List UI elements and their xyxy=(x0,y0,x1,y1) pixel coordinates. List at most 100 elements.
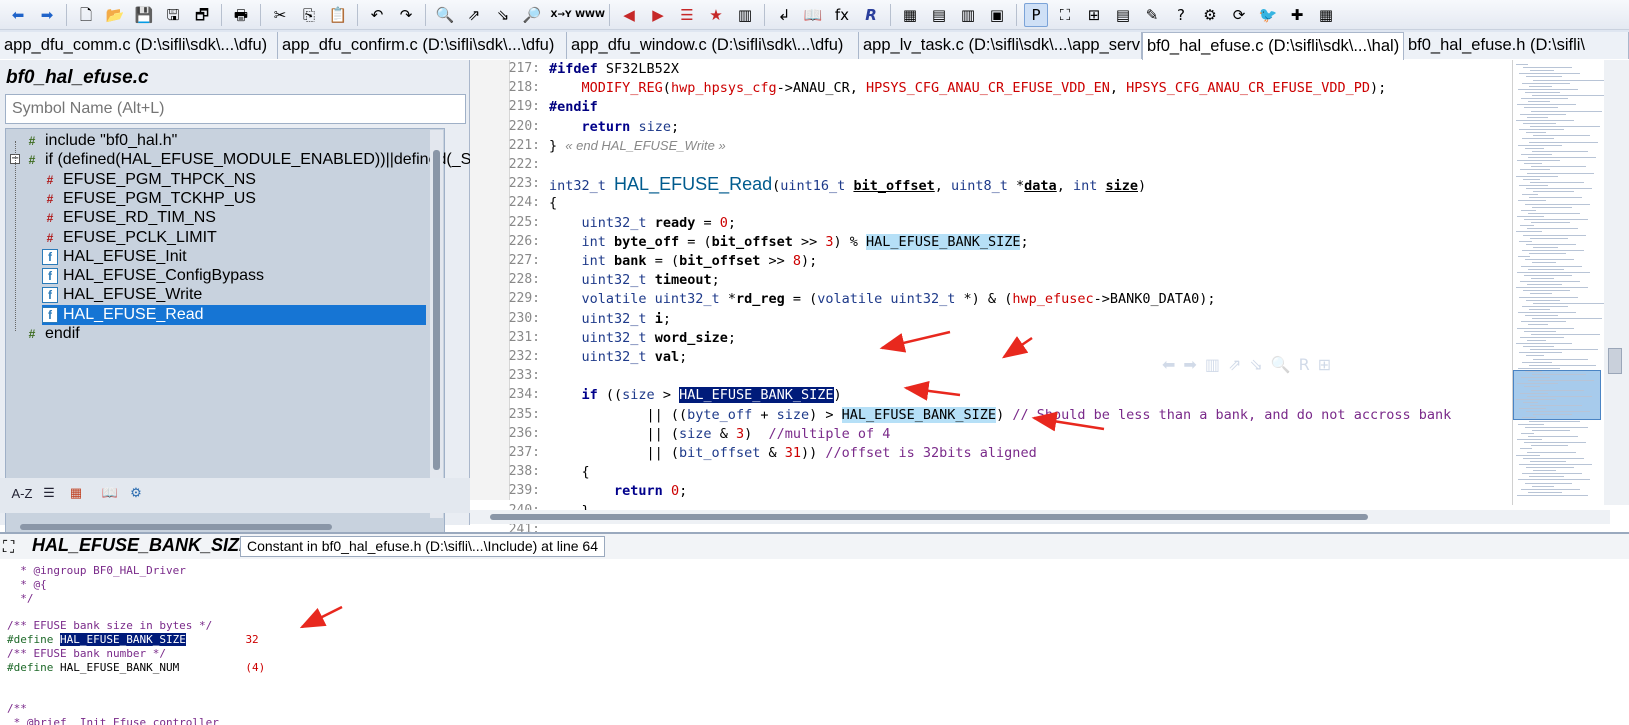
symbol-types-button[interactable]: ▦ xyxy=(64,482,88,504)
layout-2-button[interactable]: ▤ xyxy=(927,3,951,27)
paste-button[interactable]: 📋 xyxy=(326,3,350,27)
settings-button[interactable]: ⚙ xyxy=(124,482,148,504)
sort-az-button[interactable]: A-Z xyxy=(8,482,36,504)
code-line[interactable]: 234: if ((size > HAL_EFUSE_BANK_SIZE) xyxy=(470,386,1510,404)
find-next-button[interactable]: ⇗ xyxy=(462,3,486,27)
tab-3[interactable]: app_dfu_window.c (D:\sifli\sdk\...\dfu) xyxy=(567,32,859,59)
code-line[interactable]: 229: volatile uint32_t *rd_reg = (volati… xyxy=(470,290,1510,308)
help-button[interactable]: ? xyxy=(1169,3,1193,27)
code-line[interactable]: 222: xyxy=(470,156,1510,174)
code-line[interactable]: 237: || (bit_offset & 31)) //offset is 3… xyxy=(470,444,1510,462)
save-all-button[interactable]: 🗗 xyxy=(190,3,214,27)
symbol-tree-item[interactable]: # EFUSE_PCLK_LIMIT xyxy=(42,228,217,248)
symbol-tree-vertical-scrollbar[interactable] xyxy=(430,130,443,518)
find-button[interactable]: 🔍 xyxy=(433,3,457,27)
book-button[interactable]: 📖 xyxy=(98,482,122,504)
symbol-tree-item[interactable]: f HAL_EFUSE_Read xyxy=(42,304,426,325)
print-button[interactable]: 🖶 xyxy=(229,3,253,27)
book-button[interactable]: 📖 xyxy=(801,3,825,27)
symbol-tree-item[interactable]: # EFUSE_PGM_THPCK_NS xyxy=(42,170,256,190)
bookmark-prev-button[interactable]: ◀ xyxy=(617,3,641,27)
symbol-tree-item[interactable]: # if (defined(HAL_EFUSE_MODULE_ENABLED))|… xyxy=(24,150,472,170)
code-minimap[interactable] xyxy=(1512,60,1606,505)
relation-button[interactable]: ⊞ xyxy=(1082,3,1106,27)
bookmark-toggle-button[interactable]: ★ xyxy=(704,3,728,27)
symbol-window-button[interactable]: ⛶ xyxy=(1053,3,1077,27)
editor-horizontal-scrollbar[interactable] xyxy=(470,510,1610,524)
save-as-button[interactable]: 🖫 xyxy=(161,3,185,27)
clip-button[interactable]: ✎ xyxy=(1140,3,1164,27)
editor-vertical-scrollbar[interactable] xyxy=(1604,60,1629,505)
replace-button[interactable]: X→Y xyxy=(549,3,573,27)
layout-4-button[interactable]: ▣ xyxy=(985,3,1009,27)
code-line[interactable]: 239: return 0; xyxy=(470,482,1510,500)
code-line[interactable]: 235: || ((byte_off + size) > HAL_EFUSE_B… xyxy=(470,406,1510,424)
layout-3-button[interactable]: ▥ xyxy=(956,3,980,27)
tab-1[interactable]: app_dfu_comm.c (D:\sifli\sdk\...\dfu) xyxy=(0,32,278,59)
layout-1-button[interactable]: ▦ xyxy=(898,3,922,27)
code-line[interactable]: 218: MODIFY_REG(hwp_hpsys_cfg->ANAU_CR, … xyxy=(470,79,1510,97)
scrollbar-thumb[interactable] xyxy=(1608,348,1622,374)
forward-button[interactable]: ➡ xyxy=(35,3,59,27)
symbol-tree[interactable]: # include "bf0_hal.h" # if (defined(HAL_EFU… xyxy=(5,128,471,538)
bookmark-list-button[interactable]: ☰ xyxy=(675,3,699,27)
context-code-line[interactable]: * @ingroup BF0_HAL_Driver xyxy=(7,564,186,578)
undo-button[interactable]: ↶ xyxy=(365,3,389,27)
tab-2[interactable]: app_dfu_confirm.c (D:\sifli\sdk\...\dfu) xyxy=(278,32,567,59)
code-line[interactable]: 238: { xyxy=(470,463,1510,481)
save-button[interactable]: 💾 xyxy=(132,3,156,27)
symbol-tree-item[interactable]: f HAL_EFUSE_Init xyxy=(42,247,187,267)
function-button[interactable]: fx xyxy=(830,3,854,27)
context-code-line[interactable]: * @brief Init Efuse controller xyxy=(7,716,219,725)
context-code-line[interactable]: #define HAL_EFUSE_BANK_NUM (4) xyxy=(7,661,265,675)
code-line[interactable]: 226: int byte_off = (bit_offset >> 3) % … xyxy=(470,233,1510,251)
context-button[interactable]: ▤ xyxy=(1111,3,1135,27)
window-button[interactable]: ▦ xyxy=(1314,3,1338,27)
reference-button[interactable]: R xyxy=(859,3,883,27)
plugin-button[interactable]: ✚ xyxy=(1285,3,1309,27)
find-in-files-button[interactable]: 🔎 xyxy=(520,3,544,27)
code-line[interactable]: 220: return size; xyxy=(470,118,1510,136)
jump-definition-button[interactable]: ↲ xyxy=(772,3,796,27)
tab-4[interactable]: app_lv_task.c (D:\sifli\sdk\...\app_serv… xyxy=(859,32,1142,59)
symbol-tree-horizontal-scrollbar[interactable] xyxy=(20,524,332,530)
tab-5[interactable]: bf0_hal_efuse.c (D:\sifli\sdk\...\hal)✖ xyxy=(1142,32,1404,60)
options-button[interactable]: ⚙ xyxy=(1198,3,1222,27)
scrollbar-thumb[interactable] xyxy=(490,514,1368,520)
context-code-line[interactable]: /** EFUSE bank number */ xyxy=(7,647,166,661)
code-line[interactable]: 224: { xyxy=(470,194,1510,212)
code-line[interactable]: 221:} « end HAL_EFUSE_Write » xyxy=(470,137,1510,155)
code-line[interactable]: 225: uint32_t ready = 0; xyxy=(470,214,1510,232)
redo-button[interactable]: ↷ xyxy=(394,3,418,27)
context-code-line[interactable]: * @{ xyxy=(7,578,47,592)
context-symbol-info[interactable]: Constant in bf0_hal_efuse.h (D:\sifli\..… xyxy=(240,536,605,557)
symbol-info-button[interactable]: ▥ xyxy=(733,3,757,27)
context-code-line[interactable]: /** xyxy=(7,702,27,716)
new-file-button[interactable]: 🗋 xyxy=(74,3,98,27)
symbol-tree-item[interactable]: f HAL_EFUSE_Write xyxy=(42,285,202,305)
symbol-tree-item[interactable]: # EFUSE_RD_TIM_NS xyxy=(42,208,216,228)
code-line[interactable]: 223: int32_t HAL_EFUSE_Read(uint16_t bit_… xyxy=(470,175,1510,194)
code-line[interactable]: 219: #endif xyxy=(470,98,1510,116)
symbol-tree-item[interactable]: # include "bf0_hal.h" xyxy=(24,131,178,151)
web-search-button[interactable]: WWW xyxy=(575,3,605,27)
code-line[interactable]: 236: || (size & 3) //multiple of 4 xyxy=(470,425,1510,443)
bookmark-next-button[interactable]: ▶ xyxy=(646,3,670,27)
context-code-line[interactable]: #define HAL_EFUSE_BANK_SIZE 32 xyxy=(7,633,259,647)
find-prev-button[interactable]: ⇘ xyxy=(491,3,515,27)
symbol-tree-item[interactable]: # endif xyxy=(24,324,80,344)
sync-button[interactable]: ⟳ xyxy=(1227,3,1251,27)
code-line[interactable]: 227: int bank = (bit_offset >> 8); xyxy=(470,252,1510,270)
bird-button[interactable]: 🐦 xyxy=(1256,3,1280,27)
context-code-line[interactable]: */ xyxy=(7,592,33,606)
symbol-search-input[interactable] xyxy=(5,94,466,124)
code-line[interactable]: 230: uint32_t i; xyxy=(470,310,1510,328)
code-line[interactable]: 228: uint32_t timeout; xyxy=(470,271,1510,289)
sort-category-button[interactable]: ☰ xyxy=(38,482,60,504)
symbol-tree-item[interactable]: f HAL_EFUSE_ConfigBypass xyxy=(42,266,264,286)
context-code-line[interactable]: /** EFUSE bank size in bytes */ xyxy=(7,619,212,633)
back-button[interactable]: ⬅ xyxy=(6,3,30,27)
symbol-tree-item[interactable]: # EFUSE_PGM_TCKHP_US xyxy=(42,189,256,209)
scrollbar-thumb[interactable] xyxy=(433,150,440,470)
code-line[interactable]: 217: #ifdef SF32LB52X xyxy=(470,60,1510,78)
